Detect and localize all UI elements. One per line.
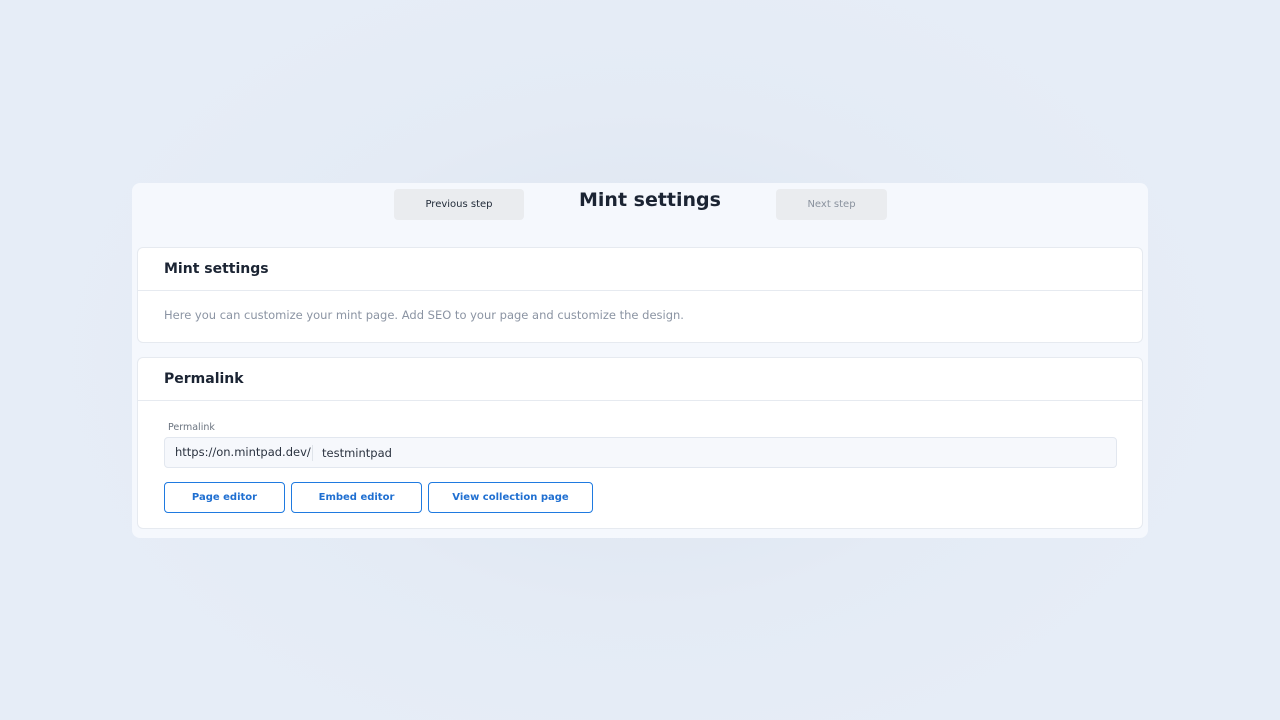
permalink-card: Permalink Permalink https://on.mintpad.d… (137, 357, 1143, 529)
page-title: Mint settings (579, 189, 721, 211)
previous-step-button[interactable]: Previous step (394, 189, 524, 220)
mint-settings-panel: Previous step Mint settings Next step Mi… (132, 183, 1148, 538)
next-step-button[interactable]: Next step (776, 189, 887, 220)
permalink-divider (312, 445, 313, 461)
mint-settings-heading: Mint settings (138, 248, 1142, 291)
step-navigation: Previous step Mint settings Next step (132, 183, 1148, 247)
permalink-heading: Permalink (138, 358, 1142, 401)
permalink-field-label: Permalink (168, 422, 215, 433)
permalink-field: https://on.mintpad.dev/ (164, 437, 1117, 468)
view-collection-page-button[interactable]: View collection page (428, 482, 593, 513)
embed-editor-button[interactable]: Embed editor (291, 482, 422, 513)
mint-settings-description: Here you can customize your mint page. A… (164, 308, 684, 322)
mint-settings-card: Mint settings Here you can customize you… (137, 247, 1143, 343)
permalink-slug-input[interactable] (315, 438, 1112, 467)
page-editor-button[interactable]: Page editor (164, 482, 285, 513)
permalink-url-prefix: https://on.mintpad.dev/ (175, 445, 311, 459)
